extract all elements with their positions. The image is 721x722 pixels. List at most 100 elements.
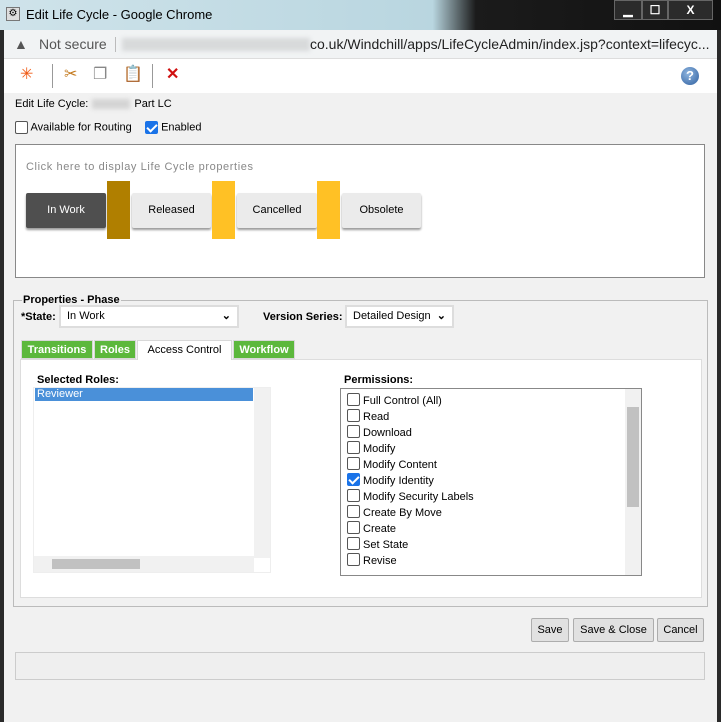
status-bar [15,652,705,680]
version-series-select[interactable]: Detailed Design ⌄ [345,305,454,328]
permission-label: Modify [363,443,396,455]
copy-icon[interactable]: ❐ [93,65,107,85]
divider [152,64,153,88]
permission-item[interactable]: Create [347,521,396,536]
permission-label: Full Control (All) [363,395,442,407]
tab-transitions[interactable]: Transitions [21,340,93,359]
permission-item[interactable]: Modify Identity [347,473,434,488]
horizontal-scrollbar[interactable] [34,556,254,572]
close-window-button[interactable]: X [668,0,713,20]
chevron-down-icon: ⌄ [221,310,231,322]
window-titlebar: ⚙ Edit Life Cycle - Google Chrome ▁ ☐ X [0,0,721,30]
delete-icon[interactable]: ✕ [166,65,179,85]
permission-item[interactable]: Full Control (All) [347,393,442,408]
state-select[interactable]: In Work ⌄ [59,305,239,328]
permission-checkbox[interactable] [347,441,360,454]
vertical-scrollbar[interactable] [625,389,641,575]
app-gear-icon: ⚙ [6,7,20,21]
vertical-scrollbar[interactable] [254,388,270,558]
permission-checkbox[interactable] [347,489,360,502]
permission-checkbox[interactable] [347,425,360,438]
permission-item[interactable]: Set State [347,537,408,552]
state-cancelled[interactable]: Cancelled [237,193,317,228]
state-label: *State: [21,311,56,323]
permission-item[interactable]: Modify Content [347,457,437,472]
minimize-button[interactable]: ▁ [614,0,642,20]
selected-roles-label: Selected Roles: [37,374,119,386]
window-title: Edit Life Cycle - Google Chrome [26,7,213,22]
enabled-check[interactable] [145,121,158,134]
roles-listbox[interactable]: Reviewer [33,387,271,573]
permission-item[interactable]: Modify Security Labels [347,489,474,504]
permissions-list: Full Control (All) Read Download Modify Modi… [340,388,642,576]
warning-icon: ▲ [14,36,28,52]
permission-checkbox[interactable] [347,505,360,518]
permission-item[interactable]: Modify [347,441,395,456]
help-icon[interactable]: ? [681,67,699,85]
permission-label: Download [363,427,412,439]
toolbar: ✳ ✂ ❐ 📋 ✕ ? [4,59,717,93]
scrollbar-thumb[interactable] [627,407,639,507]
divider [115,37,116,52]
lifecycle-diagram: Click here to display Life Cycle propert… [15,144,705,278]
permission-item[interactable]: Read [347,409,389,424]
chevron-down-icon: ⌄ [436,310,446,322]
transition-connector[interactable] [212,181,235,239]
permission-label: Read [363,411,390,423]
transition-connector[interactable] [317,181,340,239]
security-status[interactable]: Not secure [39,30,107,59]
permission-checkbox[interactable] [347,409,360,422]
display-properties-link[interactable]: Click here to display Life Cycle propert… [26,161,254,173]
address-bar[interactable]: ▲ Not secure co.uk/Windchill/apps/LifeCy… [4,30,717,59]
permission-label: Create By Move [363,507,442,519]
enabled-label: Enabled [161,121,202,134]
header-label: Edit Life Cycle: [15,98,89,110]
version-series-value: Detailed Design [353,310,431,322]
permission-item[interactable]: Download [347,425,412,440]
lifecycle-name: Part LC [134,98,172,110]
permissions-label: Permissions: [344,374,414,386]
permission-label: Revise [363,555,397,567]
tab-access-control[interactable]: Access Control [137,340,232,360]
permission-checkbox[interactable] [347,473,360,486]
state-value: In Work [67,310,105,322]
state-in-work[interactable]: In Work [26,193,106,228]
routing-label: Available for Routing [30,121,132,134]
state-released[interactable]: Released [132,193,211,228]
version-series-label: Version Series: [263,311,343,323]
permission-label: Set State [363,539,409,551]
permission-label: Modify Identity [363,475,434,487]
permission-checkbox[interactable] [347,393,360,406]
new-icon[interactable]: ✳ [20,65,33,85]
cancel-button[interactable]: Cancel [657,618,704,642]
scrollbar-thumb[interactable] [52,559,140,569]
tab-workflow[interactable]: Workflow [233,340,295,359]
permission-label: Modify Content [363,459,437,471]
paste-icon[interactable]: 📋 [123,65,143,85]
maximize-button[interactable]: ☐ [642,0,668,20]
permission-checkbox[interactable] [347,457,360,470]
permission-label: Modify Security Labels [363,491,474,503]
save-close-button[interactable]: Save & Close [573,618,654,642]
save-button[interactable]: Save [531,618,569,642]
lifecycle-header: Edit Life Cycle: Part LC [15,98,172,110]
permission-checkbox[interactable] [347,521,360,534]
permission-checkbox[interactable] [347,553,360,566]
url-text[interactable]: co.uk/Windchill/apps/LifeCycleAdmin/inde… [310,30,710,59]
role-item[interactable]: Reviewer [35,388,253,401]
dialog: ▲ Not secure co.uk/Windchill/apps/LifeCy… [4,30,717,722]
permission-checkbox[interactable] [347,537,360,550]
tab-roles[interactable]: Roles [94,340,136,359]
permission-label: Create [363,523,397,535]
permission-item[interactable]: Create By Move [347,505,442,520]
divider [52,64,53,88]
routing-checkbox[interactable]: Available for Routing [15,121,132,134]
permission-item[interactable]: Revise [347,553,397,568]
blurred-host [122,38,310,51]
state-obsolete[interactable]: Obsolete [342,193,421,228]
cut-icon[interactable]: ✂ [64,65,77,85]
blurred-name [92,99,131,110]
routing-check[interactable] [15,121,28,134]
enabled-checkbox[interactable]: Enabled [145,121,201,134]
transition-connector[interactable] [107,181,130,239]
